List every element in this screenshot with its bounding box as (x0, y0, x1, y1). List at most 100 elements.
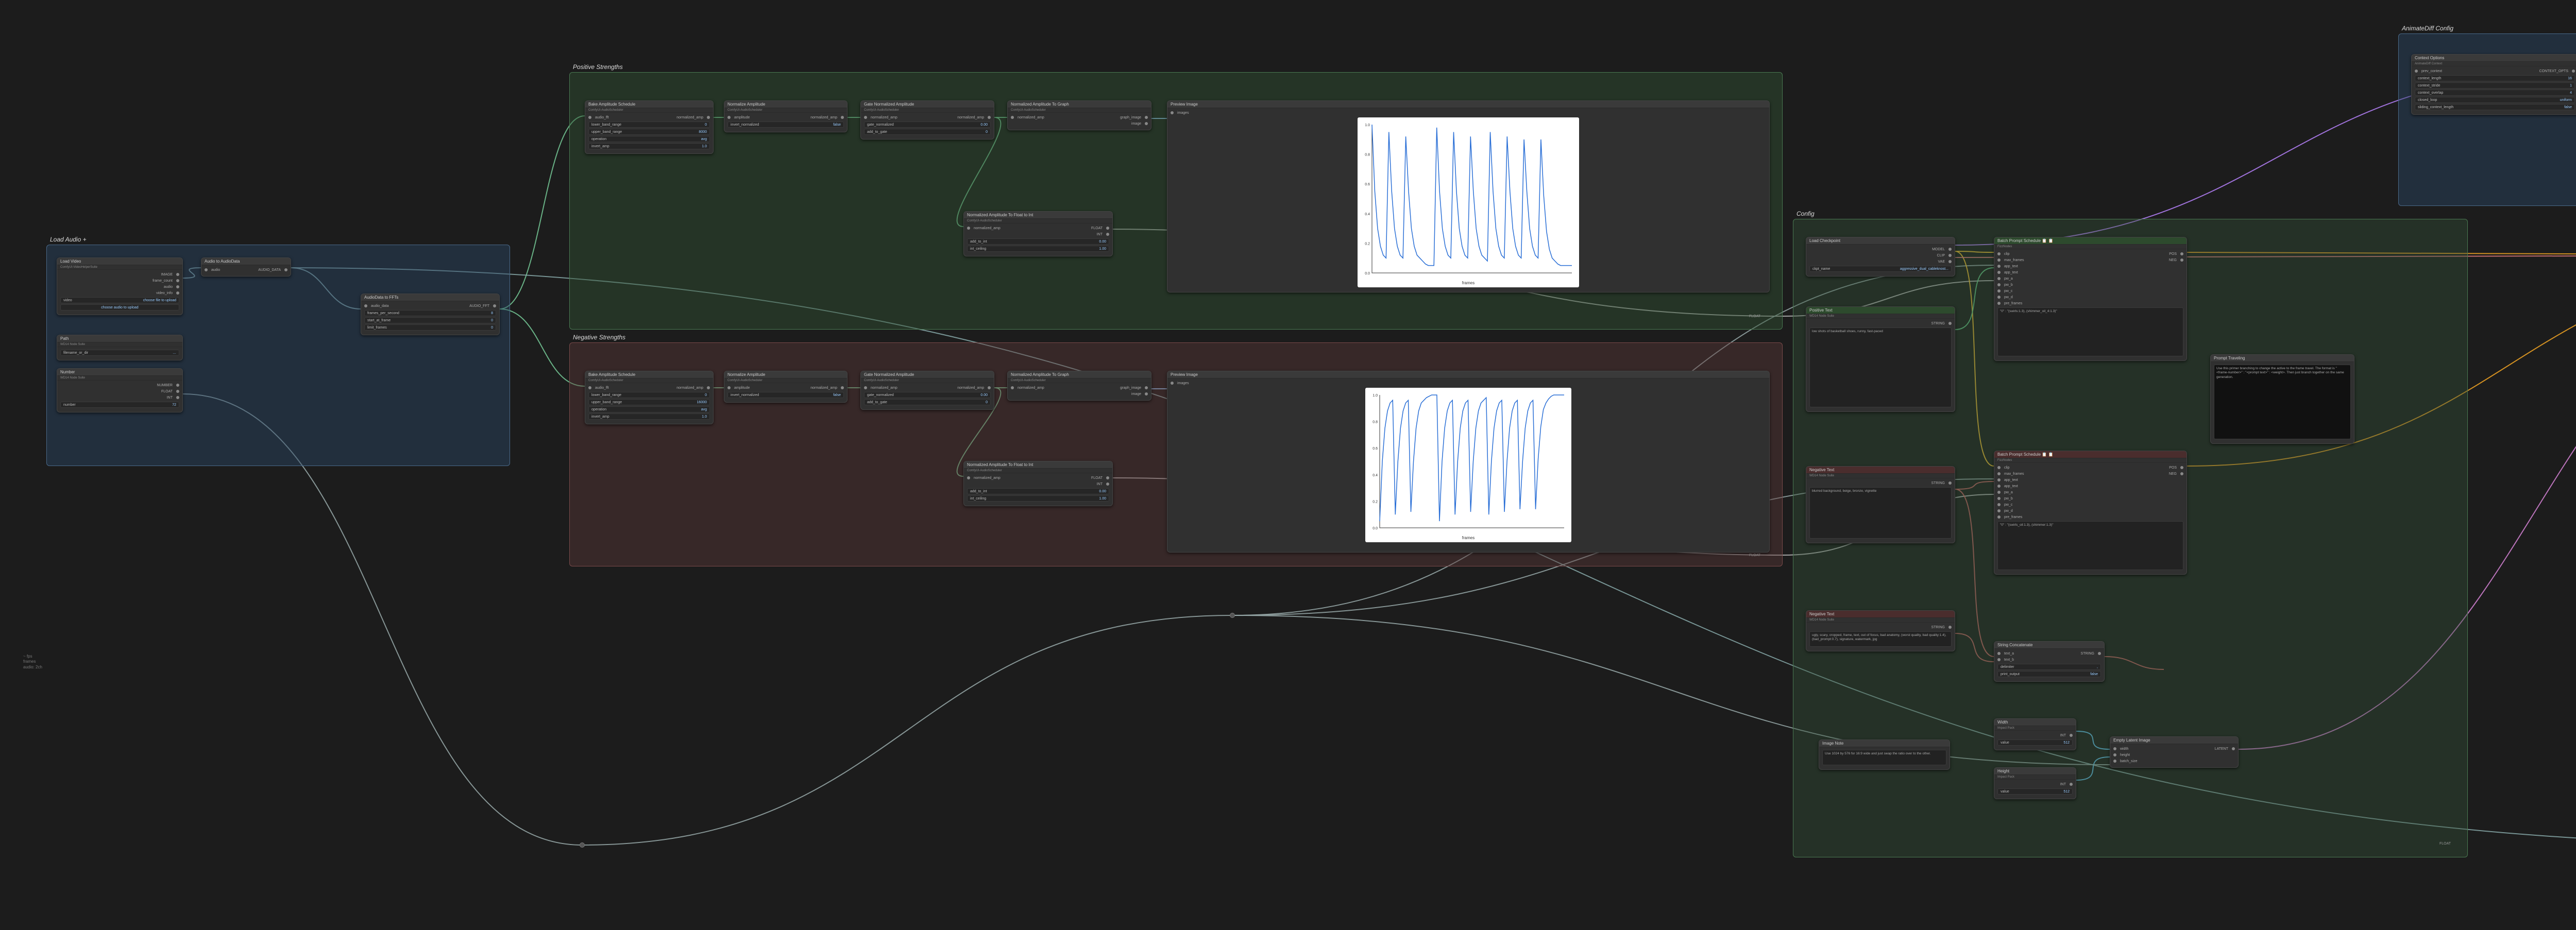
text-editor[interactable]: ugly, scary, cropped, frame, text, out o… (1809, 631, 1952, 647)
w[interactable]: context_stride1 (2415, 82, 2575, 89)
node-title[interactable]: Gate Normalized Amplitude (861, 101, 994, 108)
port-in[interactable]: max_frames (2004, 259, 2024, 262)
node-title[interactable]: String Concatenate (1994, 642, 2104, 649)
note-text[interactable]: Use this primer branching to change the … (2214, 365, 2351, 439)
node-title[interactable]: Normalized Amplitude To Graph (1008, 101, 1151, 108)
port-in[interactable]: width (2120, 747, 2128, 751)
port-out[interactable]: frame_count (152, 279, 173, 283)
port-in[interactable]: amplitude (734, 386, 750, 390)
node-neg-text-2[interactable]: Negative Text WD14 Node Suite STRING ugl… (1806, 610, 1955, 651)
port-in[interactable]: images (1177, 111, 1189, 115)
port-out[interactable]: POS (2169, 466, 2177, 470)
port-out[interactable]: VAE (1938, 260, 1945, 264)
node-title[interactable]: Normalized Amplitude To Float to Int (964, 212, 1112, 219)
text-editor[interactable]: "0" : "(swirls:1.3), (shimmer_oil_4:1.3)… (1997, 307, 2183, 356)
w[interactable]: add_to_gate0 (864, 129, 991, 135)
node-title[interactable]: Width (1994, 719, 2076, 726)
port-in[interactable]: audio (211, 268, 220, 272)
node-wd-number[interactable]: Number WD14 Node Suite NUMBER FLOAT INT … (57, 368, 183, 412)
node-title[interactable]: Context Options (2412, 55, 2576, 62)
port-in[interactable]: pw_c (2004, 289, 2012, 293)
w[interactable]: limit_frames0 (364, 324, 496, 331)
w[interactable]: sliding_context_lengthfalse (2415, 104, 2575, 110)
w[interactable]: closed_loopuniform (2415, 97, 2575, 103)
node-title[interactable]: Height (1994, 768, 2076, 775)
w[interactable]: upper_band_range16000 (588, 399, 710, 405)
node-neg-text[interactable]: Negative Text WD14 Node Suite STRING blu… (1806, 466, 1955, 543)
w[interactable]: value512 (1997, 739, 2073, 746)
node-audio-to-audiodata[interactable]: Audio to AudioData audio AUDIO_DATA (201, 257, 291, 277)
widget-video[interactable]: video choose file to upload (60, 297, 179, 303)
node-batch-neg[interactable]: Batch Prompt Schedule 📋 📋 FizzNodes clip… (1994, 451, 2187, 575)
node-amp-graph-neg[interactable]: Normalized Amplitude To Graph ComfyUI-Au… (1007, 371, 1151, 401)
node-title[interactable]: Empty Latent Image (2110, 737, 2238, 744)
node-context-opts[interactable]: Context Options AnimateDiff Context prev… (2411, 54, 2576, 115)
text-editor[interactable]: low shots of basketball shoes, runny, fa… (1809, 328, 1952, 407)
w[interactable]: start_at_frame0 (364, 317, 496, 323)
node-norm-amp-pos[interactable]: Normalize Amplitude ComfyUI-AudioSchedul… (724, 100, 848, 132)
w[interactable]: print_outputfalse (1997, 671, 2101, 677)
port-out[interactable]: audio (164, 285, 173, 289)
port-out[interactable]: CONTEXT_OPTS (2539, 70, 2568, 73)
w[interactable]: add_to_int0.00 (967, 238, 1109, 245)
w[interactable]: invert_normalizedfalse (727, 392, 844, 398)
port-in[interactable]: clip (2004, 466, 2010, 470)
port-out[interactable]: INT (1097, 233, 1103, 236)
w[interactable]: gate_normalized0.00 (864, 122, 991, 128)
port-in[interactable]: pw_b (2004, 497, 2013, 501)
port-out[interactable]: normalized_amp (957, 116, 984, 119)
port-in[interactable]: normalized_amp (974, 476, 1001, 480)
w[interactable]: gate_normalized0.00 (864, 392, 991, 398)
port-in[interactable]: text_a (2004, 652, 2014, 656)
port-out[interactable]: normalized_amp (676, 386, 703, 390)
node-title[interactable]: Preview Image (1167, 101, 1769, 108)
node-preview-neg[interactable]: Preview Image images 0.00.20.40.60.81.0f… (1167, 371, 1770, 553)
node-prompt-travel[interactable]: Prompt Traveling Use this primer branchi… (2210, 354, 2354, 444)
port-out[interactable]: FLOAT (161, 390, 173, 393)
node-fft-amp-neg[interactable]: Bake Amplitude Schedule ComfyUI-AudioSch… (585, 371, 714, 424)
port-out[interactable]: image (1131, 122, 1141, 126)
node-amp-to-int-neg[interactable]: Normalized Amplitude To Float to Int Com… (963, 461, 1113, 506)
node-preview-pos[interactable]: Preview Image images 0.00.20.40.60.81.0f… (1167, 100, 1770, 292)
port-in[interactable]: audio_fft (595, 116, 609, 119)
port-out[interactable]: MODEL (1932, 248, 1945, 251)
node-wd-path[interactable]: Path WD14 Node Suite filename_or_dir… (57, 335, 183, 360)
node-title[interactable]: Normalized Amplitude To Float to Int (964, 461, 1112, 469)
w[interactable]: frames_per_second8 (364, 310, 496, 316)
port-in[interactable]: pw_a (2004, 491, 2013, 494)
port-out[interactable]: CLIP (1937, 254, 1945, 257)
port-out[interactable]: AUDIO_FFT (469, 304, 489, 308)
port-out[interactable]: normalized_amp (810, 386, 837, 390)
w[interactable]: add_to_gate0 (864, 399, 991, 405)
port-in[interactable]: prev_context (2421, 70, 2442, 73)
w[interactable]: delimiter, (1997, 664, 2101, 670)
port-out[interactable]: NEG (2169, 259, 2177, 262)
w[interactable]: lower_band_range0 (588, 392, 710, 398)
text-editor[interactable]: blurred background, beige, bronze, vigne… (1809, 487, 1952, 539)
node-height[interactable]: Height Impact Pack INT value512 (1994, 767, 2076, 799)
port-in[interactable]: audio_fft (595, 386, 609, 390)
port-in[interactable]: app_text (2004, 478, 2018, 482)
node-string-concat[interactable]: String Concatenate text_aSTRING text_b d… (1994, 641, 2105, 682)
port-in[interactable]: batch_size (2120, 760, 2137, 763)
port-in[interactable]: pw_d (2004, 509, 2013, 513)
w[interactable]: invert_amp1.0 (588, 414, 710, 420)
port-out[interactable]: INT (1097, 483, 1103, 486)
node-amp-to-int-pos[interactable]: Normalized Amplitude To Float to Int Com… (963, 211, 1113, 256)
port-in[interactable]: app_text (2004, 485, 2018, 488)
port-out[interactable]: NUMBER (157, 384, 173, 387)
w[interactable]: upper_band_range8000 (588, 129, 710, 135)
port-out[interactable]: INT (167, 396, 173, 400)
node-title[interactable]: Path (57, 335, 182, 342)
w[interactable]: ckpt_nameaggressive_dual_cableknost... (1809, 266, 1952, 272)
reroute[interactable] (1230, 613, 1235, 618)
node-pos-text[interactable]: Positive Text WD14 Node Suite STRING low… (1806, 306, 1955, 412)
widget-choose-file[interactable]: choose audio to upload (60, 304, 179, 311)
w[interactable]: int_ceiling1.00 (967, 495, 1109, 502)
node-width[interactable]: Width Impact Pack INT value512 (1994, 718, 2076, 750)
port-in[interactable]: normalized_amp (974, 227, 1001, 230)
port-in[interactable]: pre_frames (2004, 302, 2022, 305)
node-title[interactable]: Normalize Amplitude (724, 101, 847, 108)
port-in[interactable]: audio_data (371, 304, 389, 308)
port-out[interactable]: POS (2169, 252, 2177, 256)
